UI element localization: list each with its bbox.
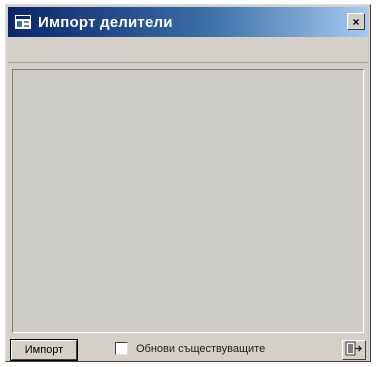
exit-button[interactable] <box>342 340 366 360</box>
title-bar[interactable]: Импорт делители × <box>8 7 368 37</box>
window-title: Импорт делители <box>38 13 173 31</box>
dividers-list-panel[interactable] <box>12 69 364 333</box>
exit-door-icon <box>345 341 363 359</box>
app-window-icon <box>14 14 32 30</box>
close-button[interactable]: × <box>347 13 365 30</box>
import-button[interactable]: Импорт <box>11 340 77 360</box>
import-dividers-window: Импорт делители × Импорт Обнови съществу… <box>5 4 371 362</box>
update-existing-label[interactable]: Обнови съществуващите <box>136 343 265 355</box>
close-icon: × <box>352 14 360 29</box>
menu-strip <box>8 39 368 63</box>
update-existing-option[interactable]: Обнови съществуващите <box>115 342 265 355</box>
bottom-toolbar: Импорт Обнови съществуващите <box>8 339 368 361</box>
update-existing-checkbox[interactable] <box>115 342 128 355</box>
